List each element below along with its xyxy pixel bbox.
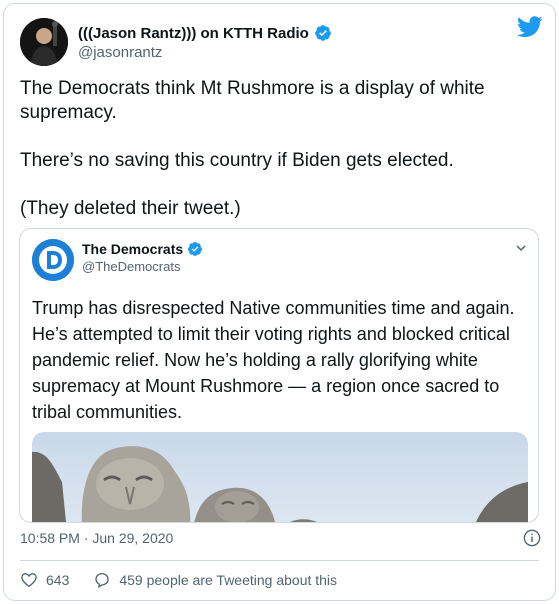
tweet-paragraph: (They deleted their tweet.) (20, 198, 241, 219)
tweet-card: (((Jason Rantz))) on KTTH Radio @jasonra… (3, 3, 556, 601)
author-handle[interactable]: @jasonrantz (78, 44, 162, 61)
chevron-down-icon[interactable] (514, 241, 528, 255)
conversation-count: 459 people are Tweeting about this (119, 572, 338, 588)
quoted-name-row[interactable]: The Democrats (82, 241, 203, 257)
democrats-logo-icon (32, 239, 74, 281)
tweet-actions: 643 459 people are Tweeting about this (20, 571, 337, 589)
info-icon[interactable] (523, 529, 541, 547)
author-name-row[interactable]: (((Jason Rantz))) on KTTH Radio (78, 24, 332, 42)
divider (20, 560, 539, 561)
twitter-bird-icon[interactable] (517, 16, 543, 38)
quoted-tweet[interactable]: The Democrats @TheDemocrats Trump has di… (19, 228, 539, 523)
author-avatar[interactable] (20, 18, 68, 66)
quoted-tweet-text: Trump has disrespected Native communitie… (32, 298, 515, 422)
quoted-media-image[interactable] (32, 432, 528, 522)
author-display-name[interactable]: (((Jason Rantz))) on KTTH Radio (78, 25, 309, 42)
speech-bubble-icon (95, 572, 110, 589)
tweet-body: The Democrats think Mt Rushmore is a dis… (20, 77, 540, 245)
tweet-paragraph: There’s no saving this country if Biden … (20, 150, 454, 171)
quoted-avatar[interactable] (32, 239, 74, 281)
quoted-handle[interactable]: @TheDemocrats (82, 259, 180, 274)
tweet-timestamp[interactable]: 10:58 PM · Jun 29, 2020 (20, 530, 173, 546)
verified-badge-icon (188, 242, 203, 256)
like-count: 643 (46, 572, 70, 588)
like-button[interactable]: 643 (20, 571, 69, 589)
conversation-link[interactable]: 459 people are Tweeting about this (93, 571, 337, 589)
heart-icon (21, 573, 37, 588)
tweet-paragraph: The Democrats think Mt Rushmore is a dis… (20, 78, 485, 123)
verified-badge-icon (314, 25, 331, 41)
quoted-display-name[interactable]: The Democrats (82, 241, 183, 257)
